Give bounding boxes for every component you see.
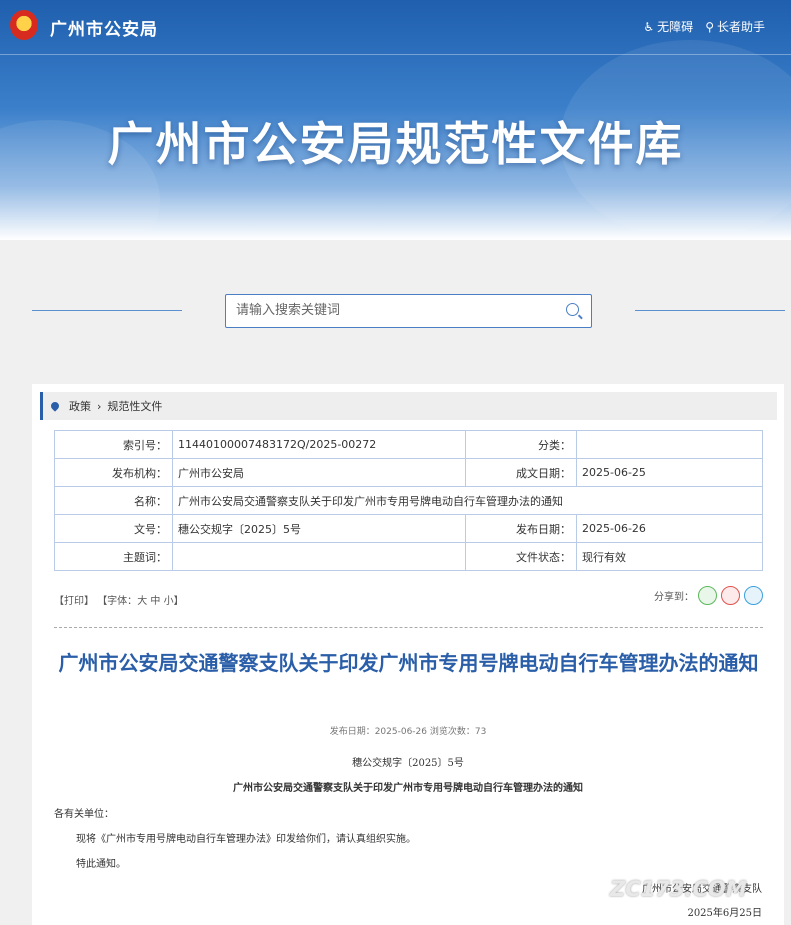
header-tools: ♿ 无障碍 ⚲ 长者助手 [643, 18, 765, 35]
article-doc-number: 穗公交规字〔2025〕5号 [352, 758, 464, 769]
table-row: 发布机构： 广州市公安局 成文日期： 2025-06-25 [54, 458, 763, 487]
category-value [576, 430, 763, 459]
category-label: 分类： [465, 430, 577, 459]
name-label: 名称： [54, 486, 173, 515]
location-pin-icon [49, 400, 61, 412]
chevron-right-icon: › [97, 399, 102, 413]
banner-title: 广州市公安局规范性文件库 [107, 117, 684, 171]
dashed-divider [54, 627, 763, 628]
breadcrumb: 政策 › 规范性文件 [40, 392, 777, 420]
table-row: 文号： 穗公交规字〔2025〕5号 发布日期： 2025-06-26 [54, 514, 763, 543]
weibo-share-icon[interactable] [721, 586, 740, 605]
publish-date-label: 发布日期： [465, 514, 577, 543]
keywords-value [172, 542, 466, 571]
national-emblem-icon [10, 10, 38, 40]
divider-line [635, 310, 785, 311]
site-header: 广州市公安局 ♿ 无障碍 ⚲ 长者助手 广州市公安局规范性文件库 [0, 0, 791, 240]
index-label: 索引号： [54, 430, 173, 459]
created-date-label: 成文日期： [465, 458, 577, 487]
top-bar: 广州市公安局 ♿ 无障碍 ⚲ 长者助手 [0, 0, 791, 55]
sign-date: 2025年6月25日 [687, 908, 762, 919]
watermark-logo: ZC173.COM [610, 877, 747, 901]
font-large-button[interactable]: 大 [137, 596, 147, 607]
closing-paragraph: 特此通知。 [76, 859, 126, 870]
doc-number-label: 文号： [54, 514, 173, 543]
article-title: 广州市公安局交通警察支队关于印发广州市专用号牌电动自行车管理办法的通知 [58, 651, 759, 675]
main-content: 政策 › 规范性文件 索引号： 11440100007483172Q/2025-… [32, 384, 784, 925]
issuer-value: 广州市公安局 [172, 458, 466, 487]
issuer-label: 发布机构： [54, 458, 173, 487]
share-bar: 分享到： [654, 586, 763, 605]
breadcrumb-item-policy[interactable]: 政策 [69, 398, 91, 414]
document-meta-table: 索引号： 11440100007483172Q/2025-00272 分类： 发… [54, 430, 763, 571]
article-toolbar: 【打印】 【字体：大 中 小】 分享到： [54, 586, 763, 607]
qq-share-icon[interactable] [744, 586, 763, 605]
status-value: 现行有效 [576, 542, 763, 571]
elderly-helper-button[interactable]: ⚲ 长者助手 [705, 18, 765, 35]
font-medium-button[interactable]: 中 [150, 596, 160, 607]
greeting: 各有关单位： [54, 809, 114, 820]
search-input[interactable] [226, 295, 566, 325]
index-value: 11440100007483172Q/2025-00272 [172, 430, 466, 459]
accessibility-icon: ♿ [643, 19, 655, 34]
status-label: 文件状态： [465, 542, 577, 571]
article-subhead: 广州市公安局交通警察支队关于印发广州市专用号牌电动自行车管理办法的通知 [233, 783, 583, 794]
publish-date-value: 2025-06-26 [576, 514, 763, 543]
name-value: 广州市公安局交通警察支队关于印发广州市专用号牌电动自行车管理办法的通知 [172, 486, 763, 515]
table-row: 名称： 广州市公安局交通警察支队关于印发广州市专用号牌电动自行车管理办法的通知 [54, 486, 763, 515]
print-button[interactable]: 【打印】 [54, 596, 94, 607]
accessibility-button[interactable]: ♿ 无障碍 [643, 18, 693, 35]
publish-info: 发布日期：2025-06-26 浏览次数：73 [329, 727, 487, 737]
search-icon[interactable] [566, 303, 579, 316]
org-name[interactable]: 广州市公安局 [50, 15, 158, 40]
elderly-helper-icon: ⚲ [705, 19, 714, 34]
body-paragraph: 现将《广州市专用号牌电动自行车管理办法》印发给你们，请认真组织实施。 [76, 834, 416, 845]
wechat-share-icon[interactable] [698, 586, 717, 605]
table-row: 主题词： 文件状态： 现行有效 [54, 542, 763, 571]
font-size-suffix: 】 [173, 596, 184, 607]
doc-number-value: 穗公交规字〔2025〕5号 [172, 514, 466, 543]
search-section [10, 240, 791, 380]
divider-line [32, 310, 182, 311]
search-box [225, 294, 592, 328]
created-date-value: 2025-06-25 [576, 458, 763, 487]
font-small-button[interactable]: 小 [164, 596, 174, 607]
share-label: 分享到： [654, 592, 694, 603]
font-size-prefix: 【字体： [97, 596, 138, 607]
table-row: 索引号： 11440100007483172Q/2025-00272 分类： [54, 430, 763, 459]
breadcrumb-item-normative-docs[interactable]: 规范性文件 [107, 398, 162, 414]
keywords-label: 主题词： [54, 542, 173, 571]
